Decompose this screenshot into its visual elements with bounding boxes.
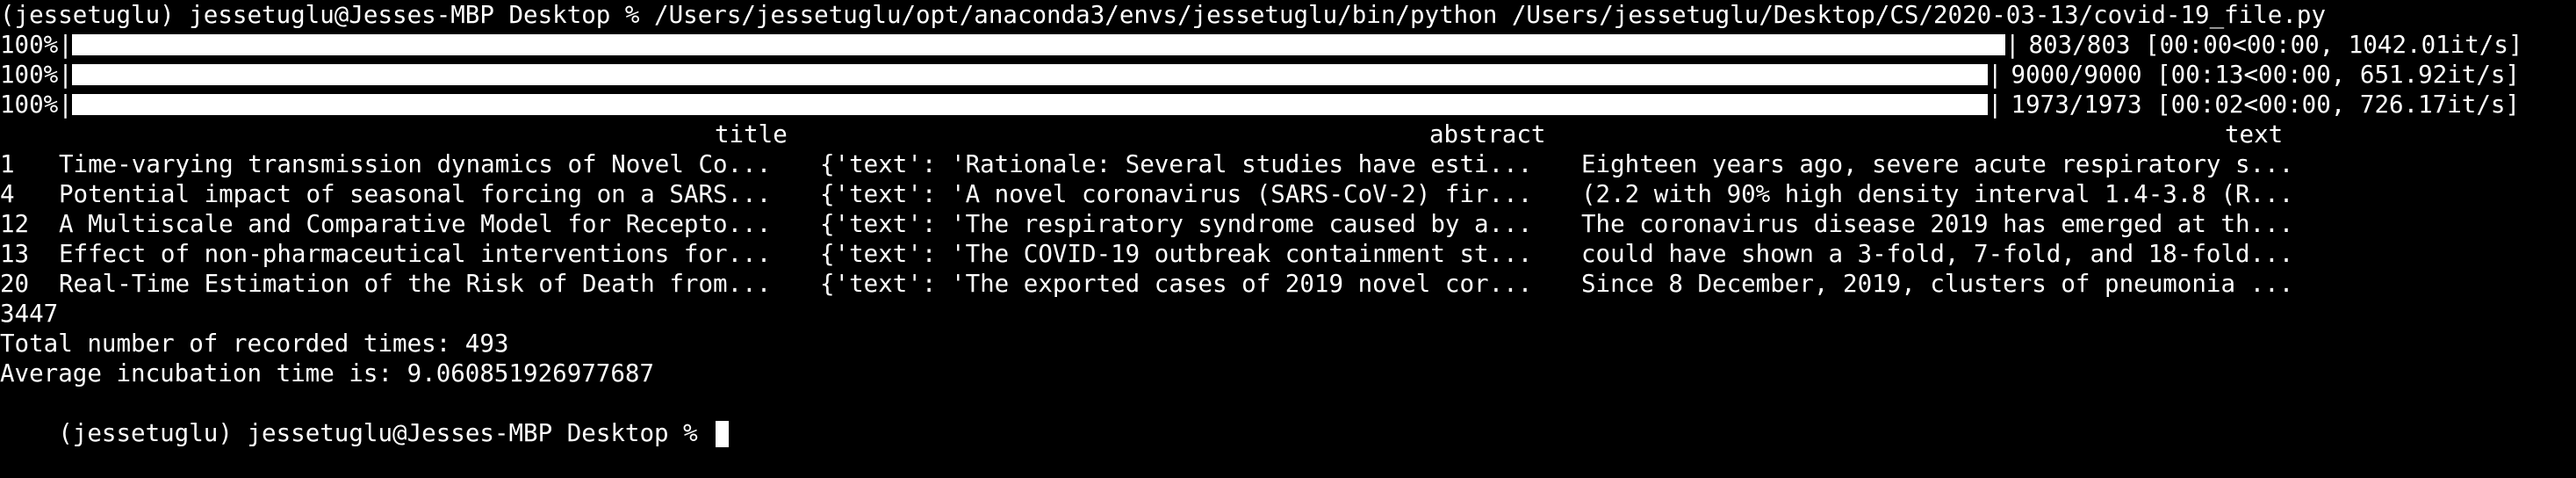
table-row: 1 Time-varying transmission dynamics of … xyxy=(0,149,2576,179)
column-header-abstract: abstract xyxy=(1429,120,1546,148)
output-line-count: 3447 xyxy=(0,300,59,328)
row-abstract: {'text': 'A novel coronavirus (SARS-CoV-… xyxy=(820,180,1533,208)
progress-bar-fill-1 xyxy=(75,37,2003,53)
row-title: Real-Time Estimation of the Risk of Deat… xyxy=(59,270,772,298)
progress-bar-fill-2 xyxy=(75,67,1985,83)
output-line-recorded-times: Total number of recorded times: 493 xyxy=(0,330,509,358)
output-line-average-incubation: Average incubation time is: 9.0608519269… xyxy=(0,359,655,387)
progress-row-2: 100%| | 9000/9000 [00:13<00:00, 651.92it… xyxy=(0,60,2576,90)
progress-row-1: 100%| | 803/803 [00:00<00:00, 1042.01it/… xyxy=(0,30,2576,60)
row-abstract: {'text': 'The respiratory syndrome cause… xyxy=(820,210,1533,238)
progress-stats-3: 1973/1973 [00:02<00:00, 726.17it/s] xyxy=(1997,91,2521,119)
row-title: A Multiscale and Comparative Model for R… xyxy=(59,210,772,238)
terminal-window[interactable]: (jessetuglu) jessetuglu@Jesses-MBP Deskt… xyxy=(0,0,2576,478)
column-header-text: text xyxy=(2225,120,2284,148)
table-row: 4 Potential impact of seasonal forcing o… xyxy=(0,179,2576,209)
row-index: 13 xyxy=(0,240,30,268)
row-abstract: {'text': 'Rationale: Several studies hav… xyxy=(820,150,1533,178)
row-abstract: {'text': 'The exported cases of 2019 nov… xyxy=(820,270,1533,298)
row-index: 4 xyxy=(0,180,15,208)
row-title: Effect of non-pharmaceutical interventio… xyxy=(59,240,772,268)
column-header-title: title xyxy=(715,120,788,148)
progress-bar-3 xyxy=(72,94,1988,115)
progress-stats-2: 9000/9000 [00:13<00:00, 651.92it/s] xyxy=(1997,61,2521,89)
row-index: 12 xyxy=(0,210,30,238)
progress-percent-2: 100%| xyxy=(0,61,73,89)
table-header: title abstract text xyxy=(0,120,2576,149)
table-row: 12 A Multiscale and Comparative Model fo… xyxy=(0,209,2576,239)
progress-bar-fill-3 xyxy=(75,97,1985,112)
progress-stats-1: 803/803 [00:00<00:00, 1042.01it/s] xyxy=(2014,31,2523,59)
row-title: Potential impact of seasonal forcing on … xyxy=(59,180,772,208)
row-abstract: {'text': 'The COVID-19 outbreak containm… xyxy=(820,240,1533,268)
row-text: (2.2 with 90% high density interval 1.4-… xyxy=(1581,180,2294,208)
row-title: Time-varying transmission dynamics of No… xyxy=(59,150,772,178)
table-row: 13 Effect of non-pharmaceutical interven… xyxy=(0,239,2576,269)
progress-bar-1 xyxy=(72,34,2005,55)
progress-percent-3: 100%| xyxy=(0,91,73,119)
text-cursor xyxy=(716,421,730,447)
table-row: 20 Real-Time Estimation of the Risk of D… xyxy=(0,269,2576,299)
row-index: 20 xyxy=(0,270,30,298)
row-text: Since 8 December, 2019, clusters of pneu… xyxy=(1581,270,2294,298)
progress-percent-1: 100%| xyxy=(0,31,73,59)
prompt-line[interactable]: (jessetuglu) jessetuglu@Jesses-MBP Deskt… xyxy=(0,388,730,447)
row-text: The coronavirus disease 2019 has emerged… xyxy=(1581,210,2294,238)
progress-bar-2 xyxy=(72,64,1988,85)
progress-row-3: 100%| | 1973/1973 [00:02<00:00, 726.17it… xyxy=(0,90,2576,120)
row-index: 1 xyxy=(0,150,15,178)
command-line: (jessetuglu) jessetuglu@Jesses-MBP Deskt… xyxy=(0,1,2327,29)
row-text: Eighteen years ago, severe acute respira… xyxy=(1581,150,2294,178)
prompt-text: (jessetuglu) jessetuglu@Jesses-MBP Deskt… xyxy=(58,419,713,447)
row-text: could have shown a 3-fold, 7-fold, and 1… xyxy=(1581,240,2294,268)
